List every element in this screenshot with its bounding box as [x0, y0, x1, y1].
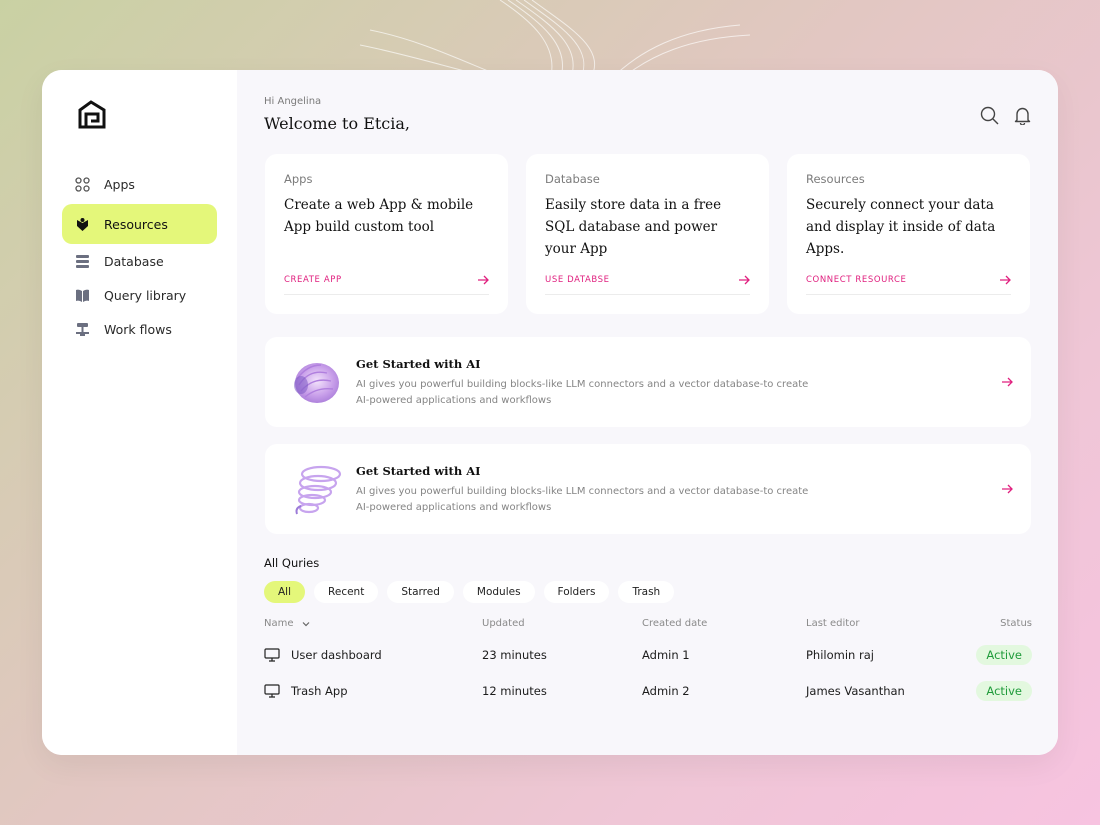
create-app-link[interactable]: CREATE APP [284, 274, 489, 295]
sidebar-item-database[interactable]: Database [62, 244, 217, 278]
arrow-right-icon [999, 274, 1011, 286]
sidebar-item-work-flows[interactable]: Work flows [62, 312, 217, 346]
chevron-down-icon [301, 619, 311, 629]
sidebar: Apps Resources Database Query library Wo… [42, 70, 237, 755]
column-header[interactable]: Status [1000, 618, 1032, 629]
arrow-right-icon[interactable] [1001, 483, 1013, 495]
column-header[interactable]: Created date [642, 618, 707, 629]
card-category: Database [545, 172, 600, 186]
arrow-right-icon [738, 274, 750, 286]
table-row[interactable]: User dashboard 23 minutes Admin 1 Philom… [264, 638, 1032, 674]
filter-trash[interactable]: Trash [618, 581, 675, 603]
background-swirl [360, 0, 751, 80]
card-database: Database Easily store data in a free SQL… [526, 154, 769, 314]
main-content: Hi Angelina Welcome to Etcia, Apps Creat… [237, 70, 1058, 755]
use-database-link[interactable]: USE DATABSE [545, 274, 750, 295]
banner-description: AI gives you powerful building blocks-li… [356, 486, 809, 513]
header-actions [980, 106, 1032, 125]
sidebar-item-label: Work flows [104, 321, 172, 337]
row-editor: Philomin raj [806, 648, 874, 662]
database-icon [75, 254, 90, 269]
row-updated: 23 minutes [482, 648, 547, 662]
filter-starred[interactable]: Starred [387, 581, 454, 603]
page-title: Welcome to Etcia, [264, 114, 411, 133]
row-name-text: User dashboard [291, 648, 382, 662]
card-title: Easily store data in a free SQL database… [545, 197, 722, 257]
workflow-icon [75, 322, 90, 337]
ai-shape-image [294, 363, 339, 403]
grid-icon [75, 176, 90, 192]
sidebar-item-query-library[interactable]: Query library [62, 278, 217, 312]
filter-folders[interactable]: Folders [543, 581, 610, 603]
feature-cards: Apps Create a web App & mobile App build… [265, 154, 1030, 314]
filter-all[interactable]: All [264, 581, 306, 603]
sidebar-item-resources[interactable]: Resources [62, 204, 217, 244]
banner-description: AI gives you powerful building blocks-li… [356, 379, 809, 406]
card-title: Create a web App & mobile App build cust… [284, 197, 474, 235]
arrow-right-icon[interactable] [1001, 376, 1013, 388]
sidebar-item-label: Apps [104, 176, 135, 192]
filter-modules[interactable]: Modules [462, 581, 535, 603]
app-window: Apps Resources Database Query library Wo… [42, 70, 1058, 755]
section-title: All Quries [264, 556, 320, 570]
row-name: Trash App [264, 684, 348, 698]
card-resources: Resources Securely connect your data and… [787, 154, 1030, 314]
card-link-label: CONNECT RESOURCE [806, 275, 907, 285]
card-apps: Apps Create a web App & mobile App build… [265, 154, 508, 314]
card-link-label: CREATE APP [284, 275, 342, 285]
banner-title: Get Started with AI [356, 357, 481, 371]
status-badge-text: Active [976, 645, 1032, 665]
arrow-right-icon [477, 274, 489, 286]
card-title: Securely connect your data and display i… [806, 197, 996, 257]
sidebar-item-label: Database [104, 253, 164, 269]
sidebar-item-label: Resources [104, 216, 168, 232]
status-badge: Active [976, 645, 1032, 665]
book-icon [75, 288, 90, 303]
sidebar-item-label: Query library [104, 287, 187, 303]
card-category: Apps [284, 172, 313, 186]
ai-banner[interactable]: Get Started with AI AI gives you powerfu… [265, 444, 1031, 534]
row-editor: James Vasanthan [806, 684, 905, 698]
search-icon[interactable] [980, 106, 999, 125]
sidebar-nav: Apps Resources Database Query library Wo… [62, 164, 217, 346]
table-header: Name Updated Created date Last editor St… [264, 618, 1032, 634]
row-created: Admin 2 [642, 684, 690, 698]
monitor-icon [264, 684, 280, 698]
greeting-text: Hi Angelina [264, 96, 322, 107]
ai-banner[interactable]: Get Started with AI AI gives you powerfu… [265, 337, 1031, 427]
connect-resource-link[interactable]: CONNECT RESOURCE [806, 274, 1011, 295]
monitor-icon [264, 648, 280, 662]
column-header[interactable]: Last editor [806, 618, 859, 629]
card-category: Resources [806, 172, 865, 186]
filter-recent[interactable]: Recent [314, 581, 379, 603]
banner-title: Get Started with AI [356, 464, 481, 478]
resources-icon [75, 217, 90, 232]
column-header: Name [264, 618, 294, 629]
query-filters: All Recent Starred Modules Folders Trash [264, 581, 675, 603]
sidebar-item-apps[interactable]: Apps [62, 164, 217, 204]
status-badge: Active [976, 681, 1032, 701]
ai-spiral-image [295, 465, 342, 515]
row-name: User dashboard [264, 648, 382, 662]
house-logo-icon[interactable] [77, 99, 107, 129]
table-row[interactable]: Trash App 12 minutes Admin 2 James Vasan… [264, 674, 1032, 710]
status-badge-text: Active [976, 681, 1032, 701]
bell-icon[interactable] [1013, 106, 1032, 125]
row-created: Admin 1 [642, 648, 690, 662]
queries-table: Name Updated Created date Last editor St… [264, 618, 1032, 710]
column-name[interactable]: Name [264, 618, 311, 629]
column-header[interactable]: Updated [482, 618, 525, 629]
card-link-label: USE DATABSE [545, 275, 610, 285]
row-updated: 12 minutes [482, 684, 547, 698]
row-name-text: Trash App [291, 684, 348, 698]
